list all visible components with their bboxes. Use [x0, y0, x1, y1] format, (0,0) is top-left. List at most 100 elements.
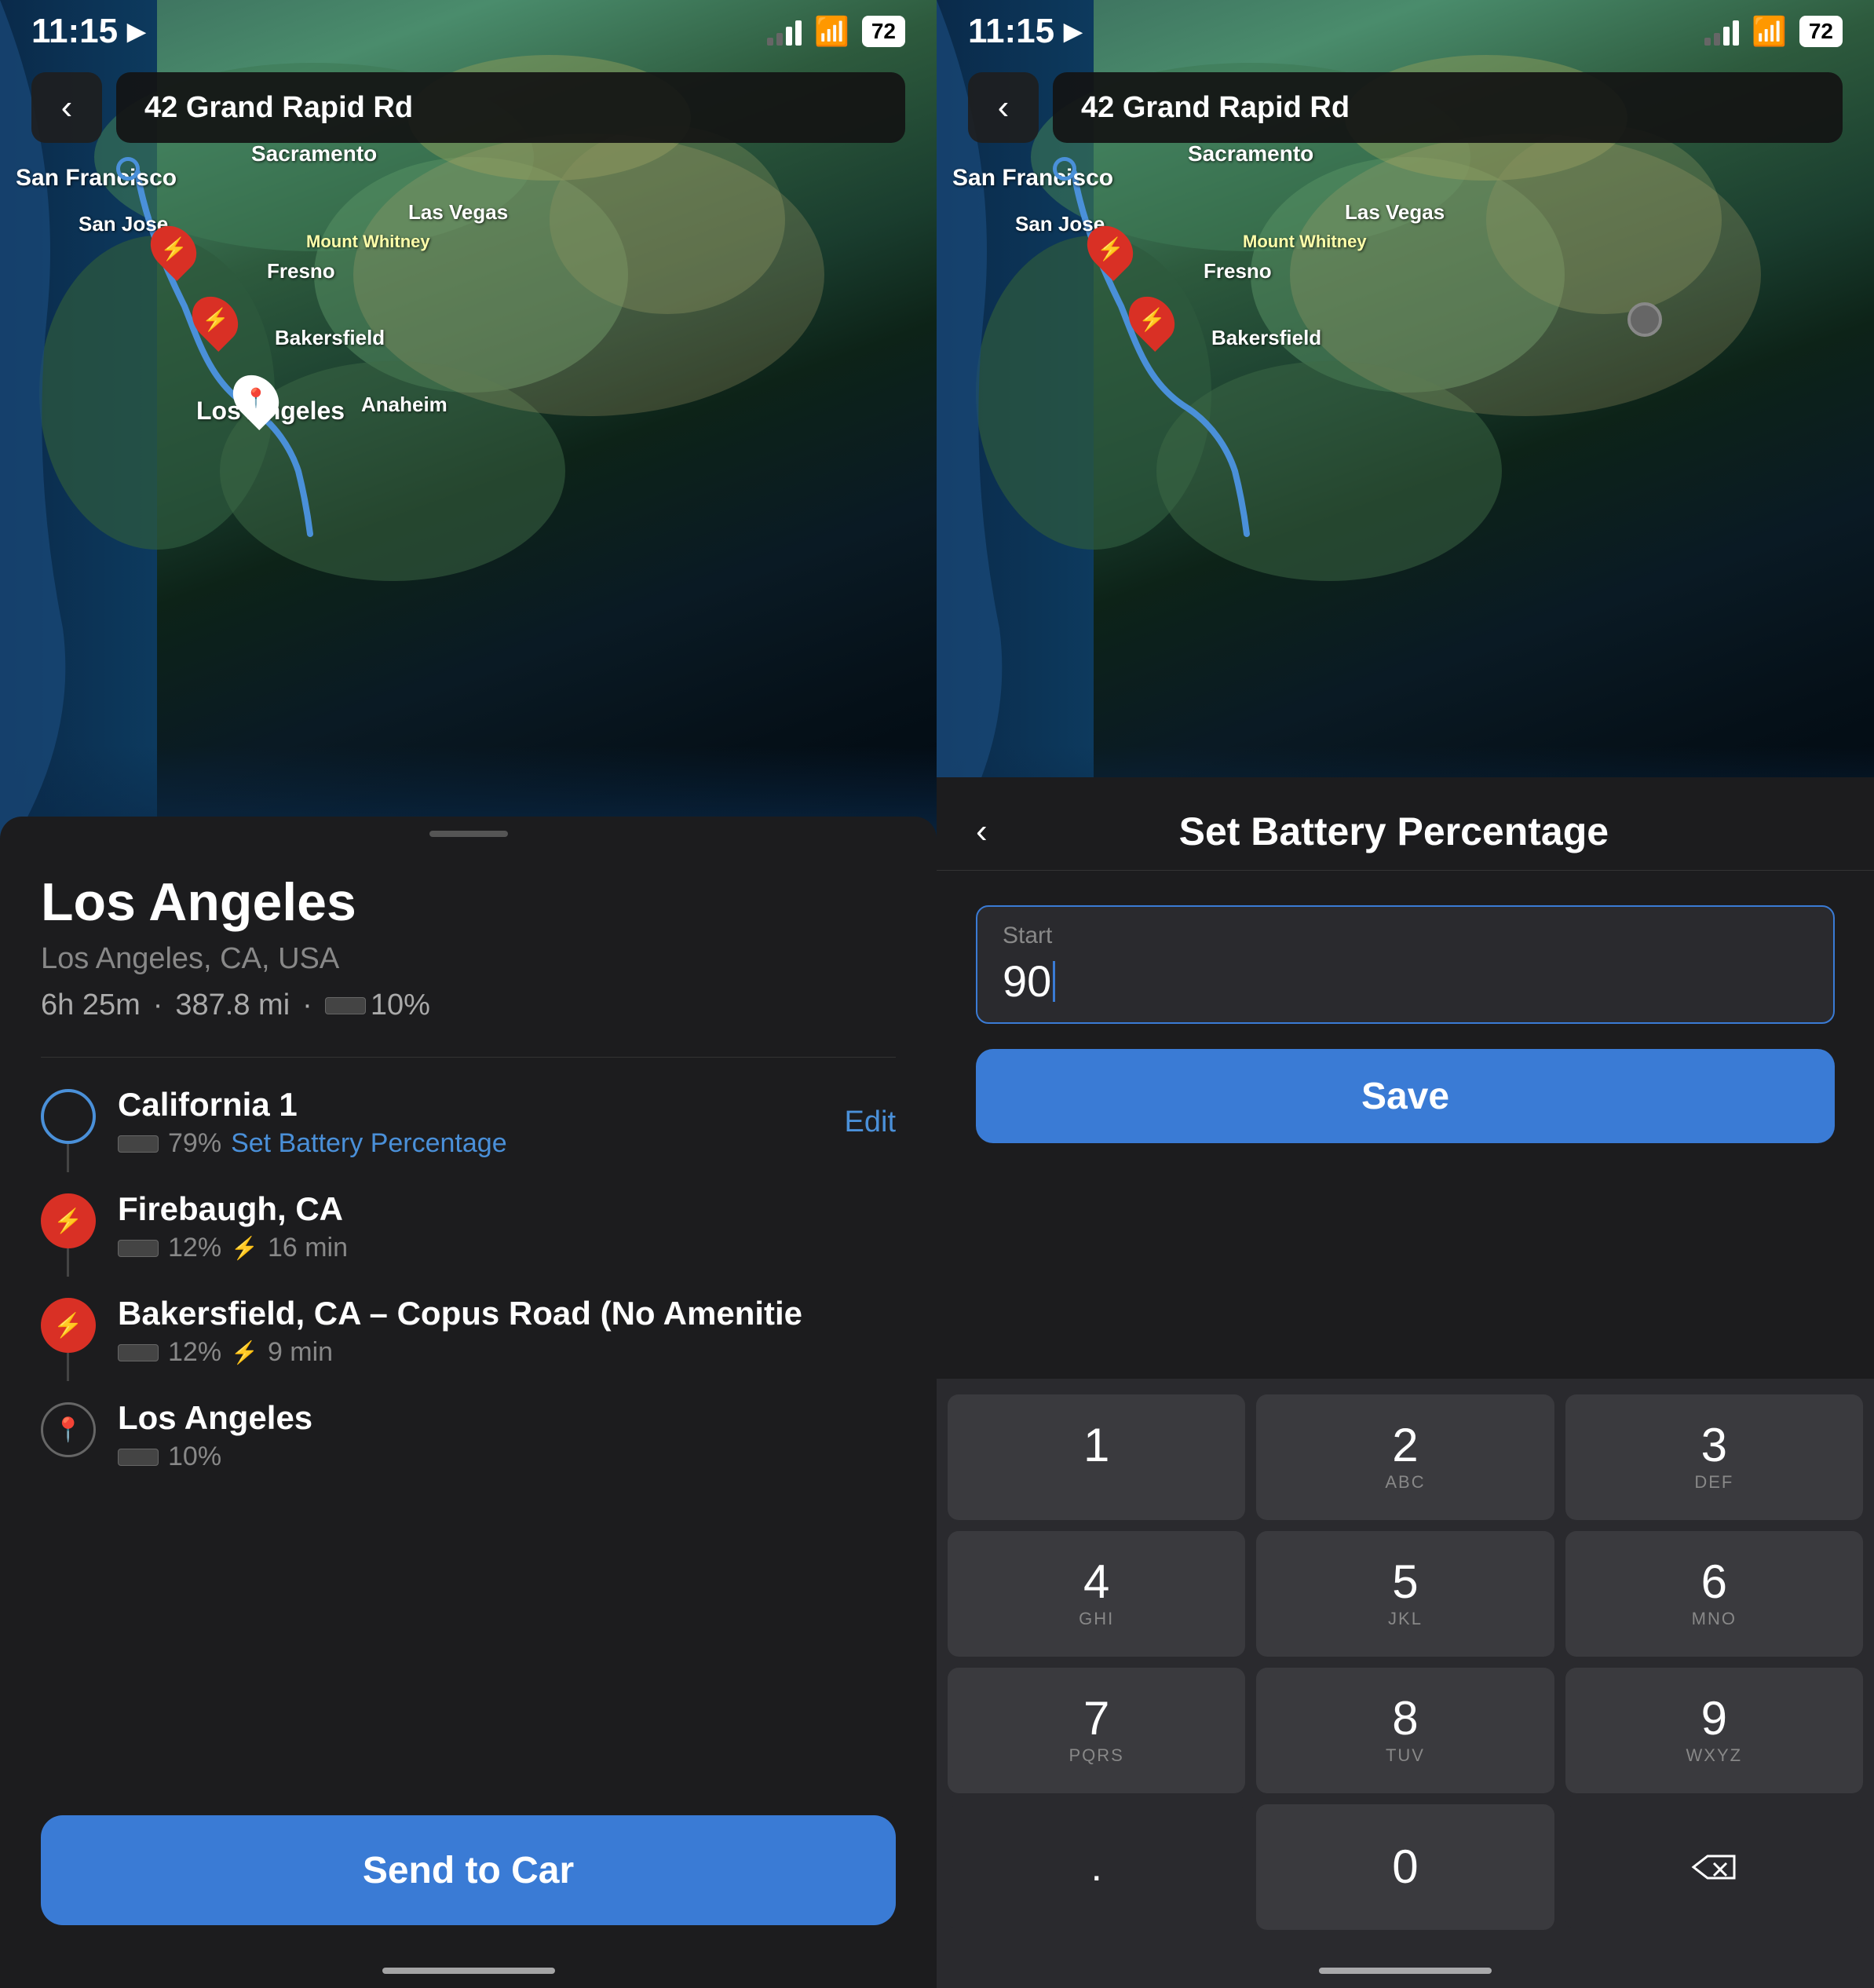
keypad-row-3: 7 PQRS 8 TUV 9 WXYZ [948, 1668, 1863, 1793]
charge-icon-2: ⚡ [231, 1235, 258, 1261]
route-stop-firebaugh: ⚡ Firebaugh, CA 12% ⚡ 16 min [41, 1190, 896, 1263]
trip-battery-indicator: 10% [325, 989, 430, 1022]
stop-battery-2: 12% [168, 1233, 221, 1263]
map-label-bakersfield-r: Bakersfield [1211, 326, 1321, 350]
right-phone-panel: Sacramento San Francisco San Jose Fresno… [937, 0, 1874, 1988]
chevron-left-icon: ‹ [61, 88, 73, 127]
battery-sheet-header: ‹ Set Battery Percentage [937, 777, 1874, 871]
status-time-left: 11:15 ▶ [31, 12, 145, 51]
stop-charge-time-3: 9 min [268, 1337, 333, 1368]
destination-subtitle: Los Angeles, CA, USA [41, 942, 896, 976]
map-label-bakersfield: Bakersfield [275, 326, 385, 350]
stop-battery-3: 12% [168, 1337, 221, 1368]
map-label-sf-r: San Francisco [952, 165, 1113, 192]
stop-icon-bakersfield: ⚡ [41, 1298, 96, 1353]
route-stop-california1: California 1 79% Set Battery Percentage … [41, 1086, 896, 1159]
wifi-icon-left: 📶 [814, 15, 849, 48]
send-to-car-label: Send to Car [363, 1849, 574, 1892]
stop-name-firebaugh: Firebaugh, CA [118, 1190, 896, 1228]
status-bar-left: 11:15 ▶ 📶 72 [0, 0, 937, 63]
status-icons-right: 📶 72 [1704, 15, 1843, 48]
stop-icon-firebaugh: ⚡ [41, 1193, 96, 1248]
destination-title: Los Angeles [41, 872, 896, 933]
save-label: Save [1361, 1075, 1449, 1118]
map-label-las-vegas-r: Las Vegas [1345, 200, 1445, 225]
back-button-right[interactable]: ‹ [968, 72, 1039, 143]
stop-content-bakersfield: Bakersfield, CA – Copus Road (No Ameniti… [118, 1295, 896, 1368]
home-indicator-right [1319, 1968, 1492, 1974]
key-8[interactable]: 8 TUV [1256, 1668, 1554, 1793]
map-label-mount-whitney-r: Mount Whitney [1243, 232, 1367, 252]
stop-name-la: Los Angeles [118, 1399, 896, 1437]
key-backspace[interactable] [1565, 1804, 1863, 1930]
battery-indicator-right: 72 [1799, 16, 1843, 47]
key-9[interactable]: 9 WXYZ [1565, 1668, 1863, 1793]
map-label-sf: San Francisco [16, 165, 177, 192]
status-bar-right: 11:15 ▶ 📶 72 [937, 0, 1874, 63]
text-cursor [1053, 961, 1055, 1002]
key-2[interactable]: 2 ABC [1256, 1394, 1554, 1520]
start-value-text: 90 [1003, 956, 1051, 1007]
save-button[interactable]: Save [976, 1049, 1835, 1143]
stop-connector-3 [67, 1353, 69, 1381]
address-text-left: 42 Grand Rapid Rd [144, 91, 413, 125]
keypad-row-2: 4 GHI 5 JKL 6 MNO [948, 1531, 1863, 1657]
stop-icon-start [41, 1089, 96, 1144]
key-0[interactable]: 0 [1256, 1804, 1554, 1930]
address-text-right: 42 Grand Rapid Rd [1081, 91, 1350, 125]
start-input-label: Start [1003, 923, 1808, 949]
left-phone-panel: Sacramento San Francisco San Jose Fresno… [0, 0, 937, 1988]
signal-bars-left [767, 17, 802, 46]
battery-sheet-back-button[interactable]: ‹ [976, 812, 988, 851]
map-label-sacramento-r: Sacramento [1188, 141, 1313, 166]
key-3[interactable]: 3 DEF [1565, 1394, 1863, 1520]
map-label-sacramento: Sacramento [251, 141, 377, 166]
key-5[interactable]: 5 JKL [1256, 1531, 1554, 1657]
send-to-car-button[interactable]: Send to Car [41, 1815, 896, 1925]
stop-content-firebaugh: Firebaugh, CA 12% ⚡ 16 min [118, 1190, 896, 1263]
status-icons-left: 📶 72 [767, 15, 905, 48]
stop-details-california1: 79% Set Battery Percentage [118, 1128, 823, 1159]
home-indicator-left [382, 1968, 555, 1974]
divider [41, 1057, 896, 1058]
location-icon: ▶ [127, 18, 145, 46]
start-input-wrapper[interactable]: Start 90 [976, 905, 1835, 1024]
trip-distance: 387.8 mi [175, 989, 290, 1022]
set-battery-percentage-link[interactable]: Set Battery Percentage [231, 1128, 507, 1159]
stop-icon-la: 📍 [41, 1402, 96, 1457]
battery-sheet: ‹ Set Battery Percentage Start 90 Save 1 [937, 777, 1874, 1988]
status-time-right: 11:15 ▶ [968, 12, 1082, 51]
stop-name-california1: California 1 [118, 1086, 823, 1124]
back-button-left[interactable]: ‹ [31, 72, 102, 143]
chevron-left-icon-right: ‹ [998, 88, 1010, 127]
backspace-icon [1690, 1850, 1737, 1884]
address-bar-left: 42 Grand Rapid Rd [116, 72, 905, 143]
key-7[interactable]: 7 PQRS [948, 1668, 1245, 1793]
address-bar-right: 42 Grand Rapid Rd [1053, 72, 1843, 143]
battery-sheet-title: Set Battery Percentage [1011, 809, 1777, 854]
key-1[interactable]: 1 [948, 1394, 1245, 1520]
wifi-icon-right: 📶 [1752, 15, 1787, 48]
stop-connector-2 [67, 1248, 69, 1277]
start-input-value: 90 [1003, 956, 1808, 1007]
location-icon-right: ▶ [1064, 18, 1082, 46]
stop-connector-1 [67, 1144, 69, 1172]
key-4[interactable]: 4 GHI [948, 1531, 1245, 1657]
battery-bar-2 [118, 1240, 159, 1257]
trip-battery-percent: 10% [371, 989, 430, 1022]
stop-content-california1: California 1 79% Set Battery Percentage [118, 1086, 823, 1159]
stop-battery-4: 10% [168, 1442, 221, 1472]
stop-edit-button[interactable]: Edit [845, 1105, 896, 1139]
key-dot[interactable]: . [948, 1804, 1245, 1930]
trip-info: 6h 25m · 387.8 mi · 10% [41, 989, 896, 1022]
battery-bar-1 [118, 1135, 159, 1153]
keypad-row-4: . 0 [948, 1804, 1863, 1930]
map-label-anaheim: Anaheim [361, 393, 447, 417]
route-stop-bakersfield: ⚡ Bakersfield, CA – Copus Road (No Ameni… [41, 1295, 896, 1368]
key-6[interactable]: 6 MNO [1565, 1531, 1863, 1657]
trip-time: 6h 25m [41, 989, 141, 1022]
stop-name-bakersfield: Bakersfield, CA – Copus Road (No Ameniti… [118, 1295, 896, 1332]
stop-details-bakersfield: 12% ⚡ 9 min [118, 1337, 896, 1368]
map-label-fresno-r: Fresno [1204, 259, 1272, 283]
stop-charge-time-2: 16 min [268, 1233, 348, 1263]
